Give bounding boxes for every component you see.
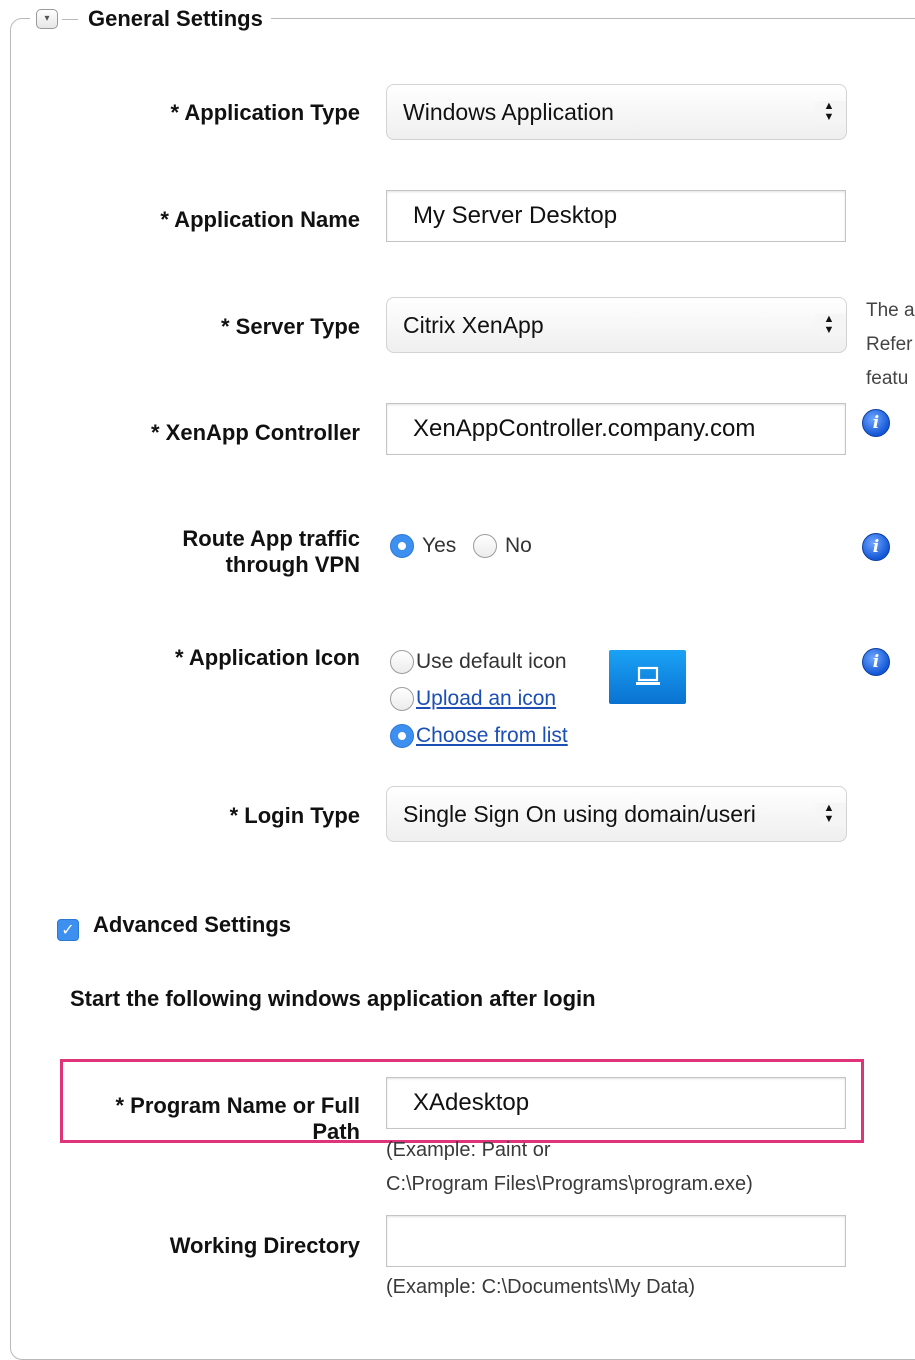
program-name-hint-line: (Example: Paint or [386, 1139, 551, 1161]
choose-from-list-link[interactable]: Choose from list [416, 724, 568, 748]
info-icon[interactable]: i [862, 648, 890, 676]
advanced-subheading: Start the following windows application … [70, 986, 596, 1011]
application-type-select[interactable]: Windows Application ▲ ▼ [386, 84, 847, 140]
info-glyph: i [872, 537, 880, 557]
advanced-settings-checkbox[interactable]: ✓ [57, 919, 79, 941]
select-arrows-icon: ▲ ▼ [812, 803, 846, 825]
program-name-label: * Program Name or Full Path [115, 1093, 360, 1145]
advanced-settings-label: Advanced Settings [93, 912, 292, 937]
route-vpn-no-option[interactable]: No [473, 534, 532, 558]
server-type-note: The a Refer featu [866, 294, 915, 396]
icon-option-default-label: Use default icon [416, 650, 567, 673]
select-arrows-icon: ▲ ▼ [812, 314, 846, 336]
login-type-value: Single Sign On using domain/useri [403, 800, 756, 827]
radio-upload-icon[interactable] [390, 687, 414, 711]
icon-option-choose[interactable]: Choose from list [390, 724, 568, 748]
server-type-label: * Server Type [220, 314, 360, 339]
xenapp-controller-label: * XenApp Controller [150, 420, 360, 445]
info-icon[interactable]: i [862, 409, 890, 437]
program-name-label-line: Path [312, 1119, 360, 1144]
server-type-note-line: The a [866, 300, 915, 321]
working-directory-label: Working Directory [169, 1233, 360, 1258]
program-name-hint: (Example: Paint or C:\Program Files\Prog… [386, 1133, 753, 1201]
route-vpn-no-label: No [505, 534, 532, 557]
collapse-toggle[interactable]: ▾ [36, 9, 58, 29]
application-type-label: * Application Type [170, 100, 360, 125]
route-vpn-label-line: Route App traffic [182, 526, 360, 551]
radio-choose-list[interactable] [390, 724, 414, 748]
application-name-input[interactable]: My Server Desktop [386, 190, 846, 242]
route-vpn-yes-option[interactable]: Yes [390, 534, 456, 558]
info-icon[interactable]: i [862, 533, 890, 561]
program-name-label-line: * Program Name or Full [115, 1093, 360, 1118]
working-directory-hint: (Example: C:\Documents\My Data) [386, 1276, 695, 1298]
section-legend: ▾ General Settings [30, 3, 271, 35]
radio-no[interactable] [473, 534, 497, 558]
server-type-value: Citrix XenApp [403, 311, 544, 338]
route-vpn-yes-label: Yes [422, 534, 457, 557]
route-vpn-label-line: through VPN [225, 552, 360, 577]
section-title: General Settings [88, 6, 263, 31]
xenapp-controller-input[interactable]: XenAppController.company.com [386, 403, 846, 455]
application-type-value: Windows Application [403, 98, 614, 125]
server-type-note-line: featu [866, 368, 909, 389]
server-type-note-line: Refer [866, 334, 913, 355]
radio-yes[interactable] [390, 534, 414, 558]
icon-option-default[interactable]: Use default icon [390, 650, 567, 674]
chevron-down-icon: ▾ [44, 13, 50, 24]
legend-divider [62, 18, 78, 20]
info-glyph: i [872, 413, 880, 433]
route-vpn-label: Route App traffic through VPN [182, 526, 360, 578]
icon-option-upload[interactable]: Upload an icon [390, 687, 556, 711]
server-type-select[interactable]: Citrix XenApp ▲ ▼ [386, 297, 847, 353]
selected-icon-preview[interactable] [609, 650, 686, 704]
upload-icon-link[interactable]: Upload an icon [416, 687, 556, 711]
login-type-select[interactable]: Single Sign On using domain/useri ▲ ▼ [386, 786, 847, 842]
application-name-label: * Application Name [160, 207, 360, 232]
program-name-input[interactable]: XAdesktop [386, 1077, 846, 1129]
select-arrows-icon: ▲ ▼ [812, 101, 846, 123]
program-name-hint-line: C:\Program Files\Programs\program.exe) [386, 1173, 753, 1195]
info-glyph: i [872, 652, 880, 672]
working-directory-input[interactable] [386, 1215, 846, 1267]
radio-default-icon[interactable] [390, 650, 414, 674]
application-icon-label: * Application Icon [175, 645, 360, 670]
monitor-icon [635, 666, 660, 685]
login-type-label: * Login Type [229, 803, 360, 828]
